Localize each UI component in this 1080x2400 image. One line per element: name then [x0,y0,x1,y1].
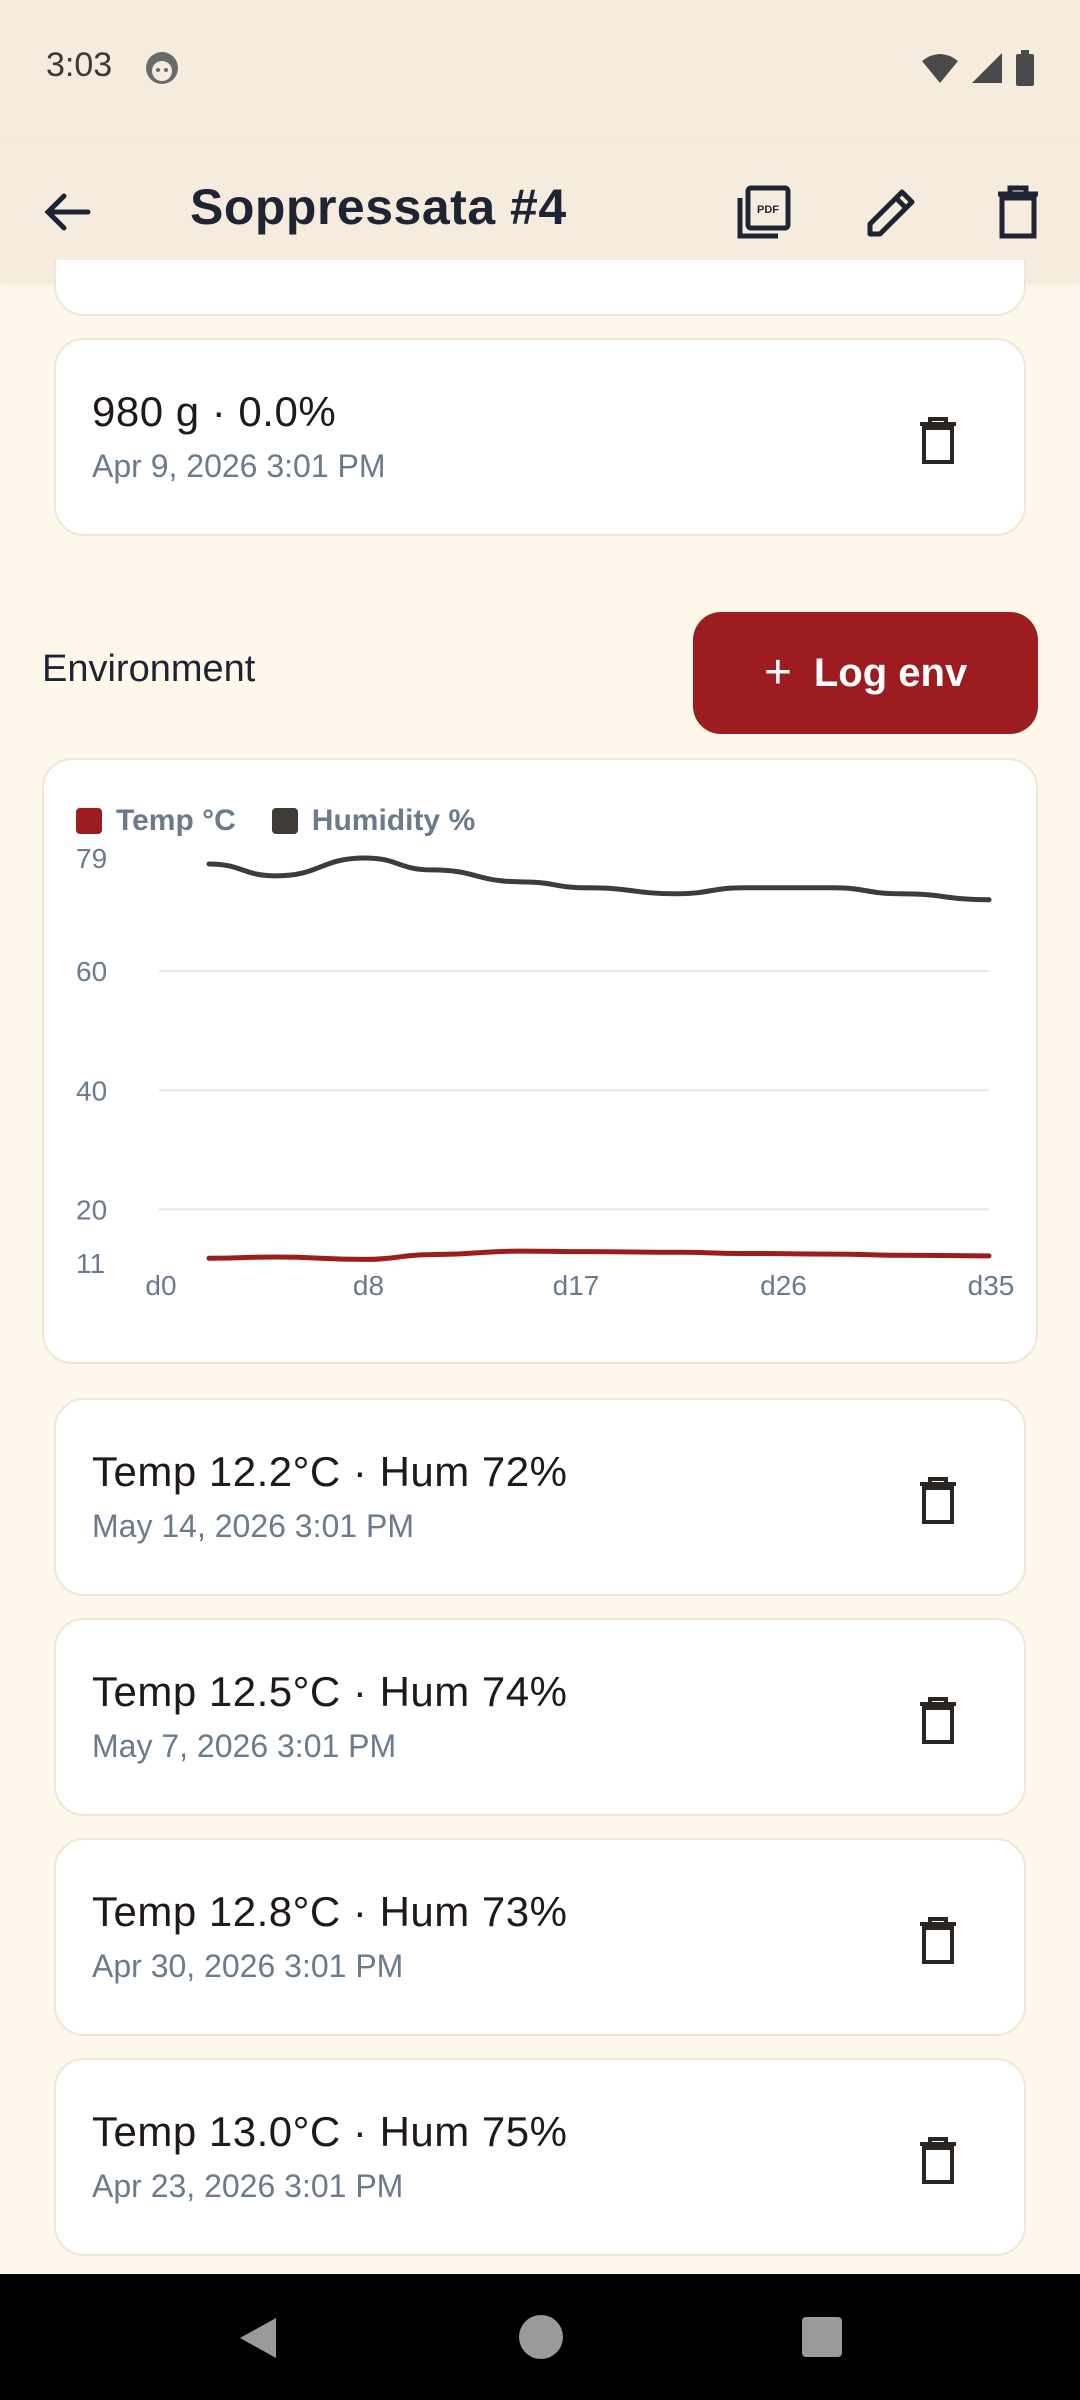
env-entry-card: Temp 12.8°C · Hum 73% Apr 30, 2026 3:01 P… [54,1838,1026,2036]
previous-card [54,260,1026,316]
wifi-icon [922,54,958,83]
x-tick-label: d35 [968,1270,1015,1301]
env-entry-card: Temp 12.5°C · Hum 74% May 7, 2026 3:01 PM [54,1618,1026,1816]
delete-entry-icon[interactable] [916,1916,960,1966]
series-line-humidity [206,855,992,903]
environment-chart: 79 60 40 20 11 d0 d8 d17 d26 d35 [76,843,1015,1301]
nav-recents-icon[interactable] [802,2317,842,2357]
env-entry-date: Apr 23, 2026 3:01 PM [92,2168,404,2204]
weight-entry-date: Apr 9, 2026 3:01 PM [92,448,386,484]
plus-icon: + [763,646,792,699]
y-tick-label: 11 [76,1248,105,1279]
y-tick-label: 60 [76,956,107,987]
y-tick-label: 79 [76,843,107,874]
delete-entry-icon[interactable] [916,2136,960,2186]
delete-entry-icon[interactable] [916,1476,960,1526]
x-tick-label: d17 [553,1270,600,1301]
x-tick-label: d26 [760,1270,807,1301]
edit-icon[interactable] [862,182,922,242]
environment-heading: Environment [42,648,256,690]
nav-back-icon[interactable] [236,2314,280,2362]
arrow-back-icon[interactable] [40,184,96,240]
y-tick-label: 20 [76,1194,107,1225]
log-env-label: Log env [813,650,968,695]
weight-entry-card: 980 g · 0.0% Apr 9, 2026 3:01 PM [54,338,1026,536]
delete-icon[interactable] [988,182,1048,242]
battery-icon [1016,50,1034,86]
log-env-button[interactable]: + Log env [693,612,1038,734]
status-bar: 3:03 [0,0,1080,138]
env-entry-card: Temp 12.2°C · Hum 72% May 14, 2026 3:01 P… [54,1398,1026,1596]
env-entry-value: Temp 12.2°C · Hum 72% [92,1448,568,1495]
notification-face-icon [146,52,178,84]
env-entry-date: May 14, 2026 3:01 PM [92,1508,414,1544]
nav-home-icon[interactable] [518,2314,564,2360]
page-title: Soppressata #4 [190,179,567,235]
series-line-temp [206,1248,992,1262]
environment-chart-card: Temp °C Humidity % 79 60 40 20 11 d0 d8 d17 d26 d… [42,758,1038,1364]
svg-text:PDF: PDF [757,204,779,216]
env-entry-date: Apr 30, 2026 3:01 PM [92,1948,404,1984]
x-tick-label: d0 [145,1270,176,1301]
env-entry-value: Temp 13.0°C · Hum 75% [92,2108,568,2155]
x-tick-label: d8 [353,1270,384,1301]
y-tick-label: 40 [76,1075,107,1106]
env-entry-card: Temp 13.0°C · Hum 75% Apr 23, 2026 3:01 P… [54,2058,1026,2256]
env-entry-value: Temp 12.8°C · Hum 73% [92,1888,568,1935]
pdf-icon[interactable]: PDF [734,182,794,242]
status-time: 3:03 [46,46,113,84]
delete-entry-icon[interactable] [916,416,960,466]
signal-icon [972,53,1002,83]
delete-entry-icon[interactable] [916,1696,960,1746]
weight-entry-value: 980 g · 0.0% [92,388,337,435]
env-entry-date: May 7, 2026 3:01 PM [92,1728,397,1764]
system-nav-bar [0,2274,1080,2400]
env-entry-value: Temp 12.5°C · Hum 74% [92,1668,568,1715]
